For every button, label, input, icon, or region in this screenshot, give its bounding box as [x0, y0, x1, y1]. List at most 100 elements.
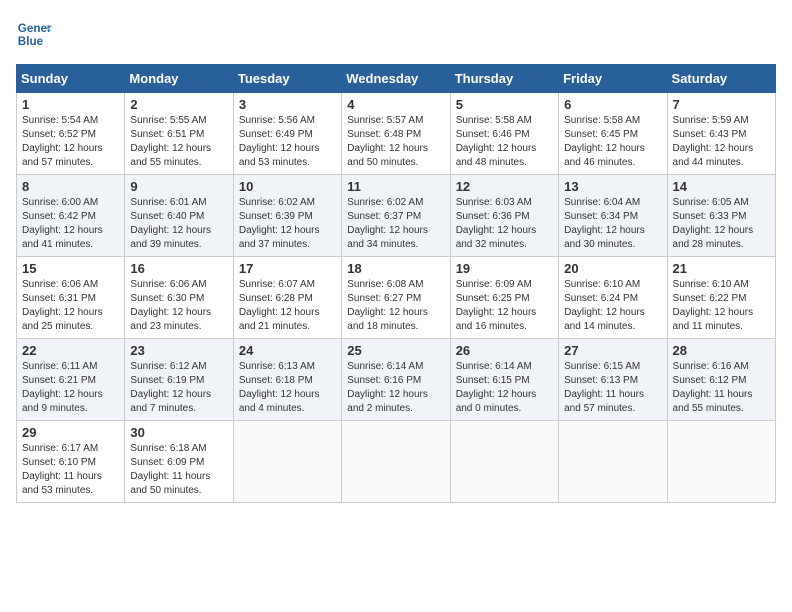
day-number: 1 — [22, 97, 119, 112]
day-info: Sunrise: 6:01 AM Sunset: 6:40 PM Dayligh… — [130, 196, 227, 252]
day-info: Sunrise: 5:56 AM Sunset: 6:49 PM Dayligh… — [239, 114, 336, 170]
page-header: General Blue — [16, 16, 776, 52]
day-number: 27 — [564, 343, 661, 358]
header-row: SundayMondayTuesdayWednesdayThursdayFrid… — [17, 65, 776, 93]
day-info: Sunrise: 5:59 AM Sunset: 6:43 PM Dayligh… — [673, 114, 770, 170]
day-info: Sunrise: 6:03 AM Sunset: 6:36 PM Dayligh… — [456, 196, 553, 252]
day-cell: 15 Sunrise: 6:06 AM Sunset: 6:31 PM Dayli… — [17, 257, 125, 339]
day-number: 20 — [564, 261, 661, 276]
day-number: 2 — [130, 97, 227, 112]
day-cell: 6Sunrise: 5:58 AM Sunset: 6:45 PM Daylig… — [559, 93, 667, 175]
day-cell: 9 Sunrise: 6:01 AM Sunset: 6:40 PM Daylig… — [125, 175, 233, 257]
day-cell: 23Sunrise: 6:12 AM Sunset: 6:19 PM Dayli… — [125, 339, 233, 421]
day-cell: 11Sunrise: 6:02 AM Sunset: 6:37 PM Dayli… — [342, 175, 450, 257]
day-info: Sunrise: 6:14 AM Sunset: 6:15 PM Dayligh… — [456, 360, 553, 416]
day-number: 5 — [456, 97, 553, 112]
day-info: Sunrise: 6:10 AM Sunset: 6:22 PM Dayligh… — [673, 278, 770, 334]
day-cell: 4 Sunrise: 5:57 AM Sunset: 6:48 PM Daylig… — [342, 93, 450, 175]
day-number: 25 — [347, 343, 444, 358]
day-number: 4 — [347, 97, 444, 112]
day-number: 29 — [22, 425, 119, 440]
day-number: 17 — [239, 261, 336, 276]
day-info: Sunrise: 6:18 AM Sunset: 6:09 PM Dayligh… — [130, 442, 227, 498]
week-row-5: 29 Sunrise: 6:17 AM Sunset: 6:10 PM Dayli… — [17, 421, 776, 503]
day-cell: 27 Sunrise: 6:15 AM Sunset: 6:13 PM Dayli… — [559, 339, 667, 421]
day-cell: 12 Sunrise: 6:03 AM Sunset: 6:36 PM Dayli… — [450, 175, 558, 257]
day-number: 13 — [564, 179, 661, 194]
svg-text:Blue: Blue — [18, 35, 44, 48]
column-header-saturday: Saturday — [667, 65, 775, 93]
day-cell: 7 Sunrise: 5:59 AM Sunset: 6:43 PM Daylig… — [667, 93, 775, 175]
calendar-table: SundayMondayTuesdayWednesdayThursdayFrid… — [16, 64, 776, 503]
day-info: Sunrise: 6:15 AM Sunset: 6:13 PM Dayligh… — [564, 360, 661, 416]
day-info: Sunrise: 5:58 AM Sunset: 6:46 PM Dayligh… — [456, 114, 553, 170]
column-header-wednesday: Wednesday — [342, 65, 450, 93]
column-header-tuesday: Tuesday — [233, 65, 341, 93]
day-cell — [233, 421, 341, 503]
day-info: Sunrise: 6:02 AM Sunset: 6:39 PM Dayligh… — [239, 196, 336, 252]
calendar-header: SundayMondayTuesdayWednesdayThursdayFrid… — [17, 65, 776, 93]
week-row-4: 22 Sunrise: 6:11 AM Sunset: 6:21 PM Dayli… — [17, 339, 776, 421]
day-info: Sunrise: 6:11 AM Sunset: 6:21 PM Dayligh… — [22, 360, 119, 416]
day-cell: 5 Sunrise: 5:58 AM Sunset: 6:46 PM Daylig… — [450, 93, 558, 175]
column-header-sunday: Sunday — [17, 65, 125, 93]
day-number: 18 — [347, 261, 444, 276]
day-cell: 29 Sunrise: 6:17 AM Sunset: 6:10 PM Dayli… — [17, 421, 125, 503]
day-info: Sunrise: 6:06 AM Sunset: 6:30 PM Dayligh… — [130, 278, 227, 334]
day-cell: 22 Sunrise: 6:11 AM Sunset: 6:21 PM Dayli… — [17, 339, 125, 421]
column-header-thursday: Thursday — [450, 65, 558, 93]
day-number: 24 — [239, 343, 336, 358]
day-cell: 3 Sunrise: 5:56 AM Sunset: 6:49 PM Daylig… — [233, 93, 341, 175]
day-info: Sunrise: 6:13 AM Sunset: 6:18 PM Dayligh… — [239, 360, 336, 416]
day-number: 14 — [673, 179, 770, 194]
day-number: 10 — [239, 179, 336, 194]
day-cell: 21Sunrise: 6:10 AM Sunset: 6:22 PM Dayli… — [667, 257, 775, 339]
day-number: 6 — [564, 97, 661, 112]
day-number: 12 — [456, 179, 553, 194]
week-row-3: 15 Sunrise: 6:06 AM Sunset: 6:31 PM Dayli… — [17, 257, 776, 339]
day-info: Sunrise: 6:08 AM Sunset: 6:27 PM Dayligh… — [347, 278, 444, 334]
day-cell: 14 Sunrise: 6:05 AM Sunset: 6:33 PM Dayli… — [667, 175, 775, 257]
day-info: Sunrise: 6:14 AM Sunset: 6:16 PM Dayligh… — [347, 360, 444, 416]
logo: General Blue — [16, 16, 52, 52]
day-cell: 1 Sunrise: 5:54 AM Sunset: 6:52 PM Daylig… — [17, 93, 125, 175]
day-number: 22 — [22, 343, 119, 358]
day-cell: 8Sunrise: 6:00 AM Sunset: 6:42 PM Daylig… — [17, 175, 125, 257]
day-number: 19 — [456, 261, 553, 276]
day-cell: 13 Sunrise: 6:04 AM Sunset: 6:34 PM Dayli… — [559, 175, 667, 257]
day-info: Sunrise: 6:09 AM Sunset: 6:25 PM Dayligh… — [456, 278, 553, 334]
day-cell: 26Sunrise: 6:14 AM Sunset: 6:15 PM Dayli… — [450, 339, 558, 421]
day-cell: 25 Sunrise: 6:14 AM Sunset: 6:16 PM Dayli… — [342, 339, 450, 421]
day-cell: 10 Sunrise: 6:02 AM Sunset: 6:39 PM Dayli… — [233, 175, 341, 257]
day-cell: 28Sunrise: 6:16 AM Sunset: 6:12 PM Dayli… — [667, 339, 775, 421]
day-number: 7 — [673, 97, 770, 112]
day-cell: 17 Sunrise: 6:07 AM Sunset: 6:28 PM Dayli… — [233, 257, 341, 339]
day-number: 23 — [130, 343, 227, 358]
day-cell — [667, 421, 775, 503]
day-cell — [342, 421, 450, 503]
day-info: Sunrise: 5:54 AM Sunset: 6:52 PM Dayligh… — [22, 114, 119, 170]
day-info: Sunrise: 6:05 AM Sunset: 6:33 PM Dayligh… — [673, 196, 770, 252]
day-info: Sunrise: 6:17 AM Sunset: 6:10 PM Dayligh… — [22, 442, 119, 498]
day-number: 15 — [22, 261, 119, 276]
day-info: Sunrise: 6:04 AM Sunset: 6:34 PM Dayligh… — [564, 196, 661, 252]
day-number: 28 — [673, 343, 770, 358]
day-info: Sunrise: 6:10 AM Sunset: 6:24 PM Dayligh… — [564, 278, 661, 334]
day-info: Sunrise: 6:06 AM Sunset: 6:31 PM Dayligh… — [22, 278, 119, 334]
day-cell: 19 Sunrise: 6:09 AM Sunset: 6:25 PM Dayli… — [450, 257, 558, 339]
day-cell: 2Sunrise: 5:55 AM Sunset: 6:51 PM Daylig… — [125, 93, 233, 175]
logo-icon: General Blue — [16, 16, 52, 52]
day-info: Sunrise: 6:02 AM Sunset: 6:37 PM Dayligh… — [347, 196, 444, 252]
day-cell: 20 Sunrise: 6:10 AM Sunset: 6:24 PM Dayli… — [559, 257, 667, 339]
calendar-body: 1 Sunrise: 5:54 AM Sunset: 6:52 PM Daylig… — [17, 93, 776, 503]
column-header-friday: Friday — [559, 65, 667, 93]
day-cell: 30Sunrise: 6:18 AM Sunset: 6:09 PM Dayli… — [125, 421, 233, 503]
day-info: Sunrise: 6:07 AM Sunset: 6:28 PM Dayligh… — [239, 278, 336, 334]
day-number: 9 — [130, 179, 227, 194]
day-cell — [559, 421, 667, 503]
day-info: Sunrise: 5:57 AM Sunset: 6:48 PM Dayligh… — [347, 114, 444, 170]
day-cell: 24 Sunrise: 6:13 AM Sunset: 6:18 PM Dayli… — [233, 339, 341, 421]
week-row-1: 1 Sunrise: 5:54 AM Sunset: 6:52 PM Daylig… — [17, 93, 776, 175]
column-header-monday: Monday — [125, 65, 233, 93]
day-number: 3 — [239, 97, 336, 112]
